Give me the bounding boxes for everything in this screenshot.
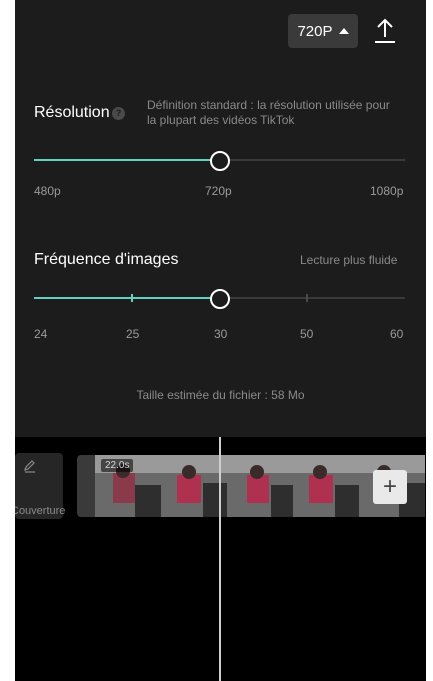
cover-button[interactable]: Couverture [15, 453, 66, 519]
frame-rate-option-24: 24 [34, 327, 48, 341]
frame-rate-option-50: 50 [300, 327, 314, 341]
resolution-dropdown-button[interactable]: 720P [288, 14, 358, 48]
clip-thumbnail [293, 455, 359, 517]
frame-rate-option-30: 30 [214, 327, 228, 341]
resolution-dropdown-label: 720P [297, 22, 333, 40]
frame-rate-slider-fill [34, 297, 220, 299]
clip-trim-handle[interactable] [77, 455, 95, 517]
export-upload-icon[interactable] [370, 16, 400, 46]
help-icon[interactable]: ? [112, 107, 125, 120]
cover-label: Couverture [15, 505, 66, 517]
edit-pencil-icon [24, 460, 35, 473]
clip-thumbnail [227, 455, 293, 517]
playhead[interactable] [219, 437, 221, 681]
resolution-option-720p: 720p [205, 184, 232, 198]
app-screen: 720P Résolution ? Définition standard : … [15, 0, 426, 681]
caret-up-icon [338, 28, 349, 34]
plus-icon[interactable]: + [373, 470, 407, 504]
frame-rate-title: Fréquence d'images [34, 251, 179, 268]
resolution-slider-fill [34, 159, 220, 161]
resolution-option-1080p: 1080p [370, 184, 404, 198]
frame-rate-option-25: 25 [126, 327, 140, 341]
frame-rate-tick-25 [131, 294, 133, 302]
resolution-title: Résolution [34, 104, 110, 121]
frame-rate-slider-knob[interactable] [209, 289, 230, 309]
resolution-option-480p: 480p [34, 184, 61, 198]
resolution-slider-knob[interactable] [209, 151, 230, 171]
estimated-file-size: Taille estimée du fichier : 58 Mo [136, 388, 305, 402]
resolution-description: Définition standard : la résolution util… [147, 98, 390, 127]
clip-duration: 22.0s [101, 459, 134, 472]
frame-rate-option-60: 60 [390, 327, 404, 341]
frame-rate-tick-50 [306, 294, 308, 302]
clip-thumbnail [161, 455, 227, 517]
frame-rate-hint: Lecture plus fluide [300, 253, 398, 267]
export-settings-panel: 720P Résolution ? Définition standard : … [15, 0, 426, 437]
